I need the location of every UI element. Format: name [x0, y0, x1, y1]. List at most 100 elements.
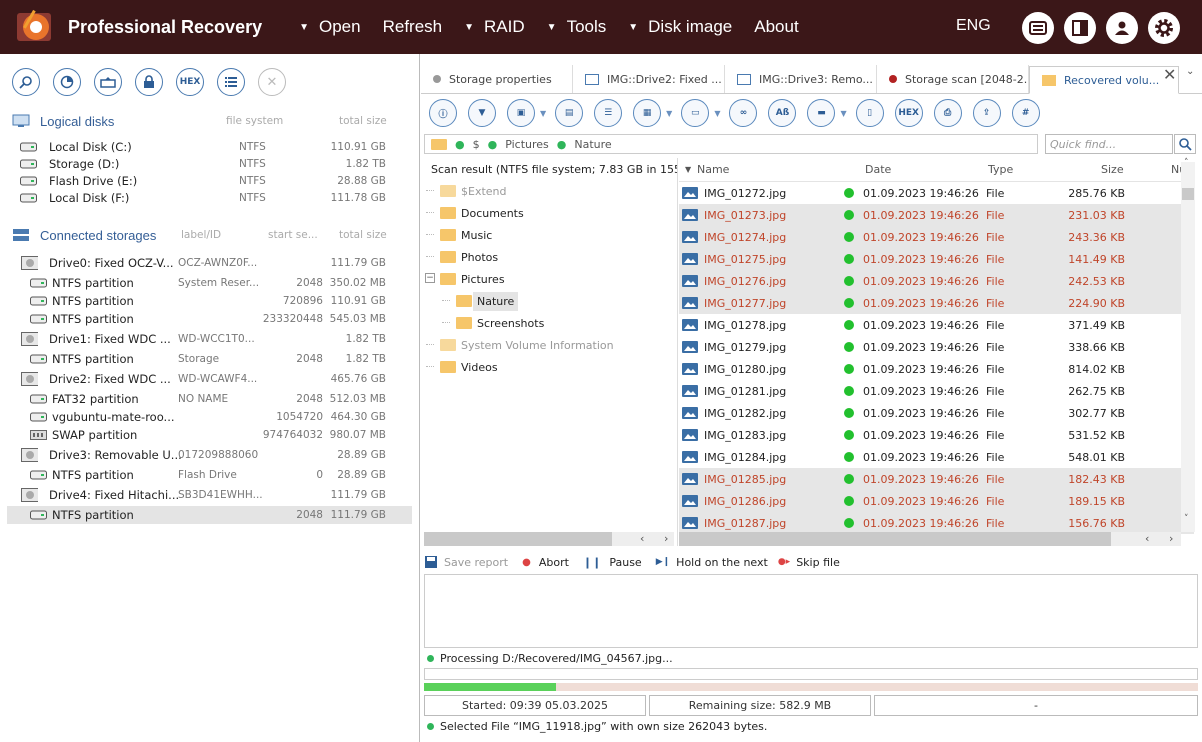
tree-item[interactable]: System Volume Information — [424, 334, 677, 356]
binoculars-icon[interactable]: ∞ — [729, 99, 758, 127]
info-icon[interactable]: ⓘ — [429, 99, 457, 127]
tab-0[interactable]: Storage properties — [421, 65, 573, 93]
close-tab-icon[interactable]: ✕ — [1163, 65, 1176, 84]
table-row[interactable]: IMG_01286.jpg 01.09.2023 19:46:26 File 189.… — [679, 490, 1194, 512]
path-pictures[interactable]: Pictures — [505, 138, 549, 151]
save-settings-icon[interactable]: ▤ — [555, 99, 584, 127]
table-row[interactable]: IMG_01278.jpg 01.09.2023 19:46:26 File 371.… — [679, 314, 1194, 336]
table-row[interactable]: IMG_01280.jpg 01.09.2023 19:46:26 File 814.… — [679, 358, 1194, 380]
hex-icon[interactable]: HEX — [894, 99, 923, 127]
path-nature[interactable]: Nature — [574, 138, 611, 151]
scroll-right-icon[interactable]: › — [1169, 532, 1173, 545]
menu-tools[interactable]: ▼ Tools — [536, 17, 618, 37]
tree-item[interactable]: Videos — [424, 356, 677, 378]
col-type[interactable]: Type — [988, 163, 1013, 176]
table-row[interactable]: IMG_01274.jpg 01.09.2023 19:46:26 File 243.… — [679, 226, 1194, 248]
table-row[interactable]: IMG_01277.jpg 01.09.2023 19:46:26 File 224.… — [679, 292, 1194, 314]
table-row[interactable]: IMG_01283.jpg 01.09.2023 19:46:26 File 531.… — [679, 424, 1194, 446]
scroll-left-icon[interactable]: ‹ — [640, 532, 644, 545]
tree-root[interactable]: Scan result (NTFS file system; 7.83 GB i… — [424, 158, 677, 180]
search-icon[interactable] — [12, 68, 40, 96]
caret-down-icon[interactable]: ▼ — [840, 109, 846, 118]
print-icon[interactable]: ⎙ — [933, 99, 962, 127]
col-size[interactable]: Size — [1101, 163, 1124, 176]
tree-item[interactable]: Documents — [424, 202, 677, 224]
preview-icon[interactable]: ▬ — [807, 99, 836, 127]
tab-1[interactable]: IMG::Drive2: Fixed ... — [573, 65, 725, 93]
table-row[interactable]: IMG_01281.jpg 01.09.2023 19:46:26 File 262.… — [679, 380, 1194, 402]
partition-item[interactable]: NTFS partition Storage 2048 1.82 TB — [7, 350, 412, 368]
drive-item[interactable]: Drive1: Fixed WDC ... WD-WCC1T0... 1.82 TB — [7, 328, 412, 350]
hex-icon[interactable]: HEX — [176, 68, 204, 96]
table-row[interactable]: IMG_01272.jpg 01.09.2023 19:46:26 File 285.… — [679, 182, 1194, 204]
drive-item[interactable]: Drive0: Fixed OCZ-V... OCZ-AWNZ0F... 111.7… — [7, 252, 412, 274]
caret-down-icon[interactable]: ▼ — [666, 109, 672, 118]
hold-next-button[interactable]: ▶❙ Hold on the next — [656, 556, 768, 569]
view-icon[interactable]: ▦ — [633, 99, 662, 127]
partition-item[interactable]: SWAP partition 974764032 980.07 MB — [7, 426, 412, 444]
collapse-icon[interactable]: − — [425, 273, 435, 283]
panel-icon[interactable]: ▭ — [681, 99, 710, 127]
menu-raid[interactable]: ▼ RAID — [453, 17, 536, 37]
col-date[interactable]: Date — [865, 163, 891, 176]
logical-disk-item[interactable]: Local Disk (C:) NTFS 110.91 GB — [0, 138, 419, 155]
backup-icon[interactable] — [94, 68, 122, 96]
logical-disk-item[interactable]: Flash Drive (E:) NTFS 28.88 GB — [0, 172, 419, 189]
scroll-thumb[interactable] — [1182, 188, 1194, 200]
partition-item[interactable]: NTFS partition System Reser... 2048 350.02 … — [7, 274, 412, 292]
list-icon[interactable] — [217, 68, 245, 96]
tree-item[interactable]: − Pictures — [424, 268, 677, 290]
close-icon[interactable]: ✕ — [258, 68, 286, 96]
partition-item[interactable]: FAT32 partition NO NAME 2048 512.03 MB — [7, 390, 412, 408]
table-row[interactable]: IMG_01287.jpg 01.09.2023 19:46:26 File 156.… — [679, 512, 1194, 534]
save-report-button[interactable]: Save report — [424, 555, 508, 569]
language-selector[interactable]: ENG — [956, 17, 991, 35]
logical-disk-item[interactable]: Storage (D:) NTFS 1.82 TB — [0, 155, 419, 172]
checklist-icon[interactable]: ☰ — [594, 99, 623, 127]
tab-4[interactable]: Recovered volu... — [1029, 66, 1179, 94]
scroll-right-icon[interactable]: › — [664, 532, 668, 545]
tab-2[interactable]: IMG::Drive3: Remo... — [725, 65, 877, 93]
scroll-up-icon[interactable]: ˄ — [1184, 158, 1189, 168]
user-icon[interactable] — [1106, 12, 1138, 44]
table-row[interactable]: IMG_01273.jpg 01.09.2023 19:46:26 File 231.… — [679, 204, 1194, 226]
col-name[interactable]: Name — [697, 163, 729, 176]
drive-item[interactable]: Drive4: Fixed Hitachi... SB3D41EWHH... 111… — [7, 484, 412, 506]
scroll-down-icon[interactable]: ˅ — [1184, 514, 1189, 524]
tree-item[interactable]: Photos — [424, 246, 677, 268]
caret-down-icon[interactable]: ▼ — [714, 109, 720, 118]
table-row[interactable]: IMG_01279.jpg 01.09.2023 19:46:26 File 338.… — [679, 336, 1194, 358]
menu-disk-image[interactable]: ▼ Disk image — [617, 17, 743, 37]
menu-about[interactable]: About — [743, 17, 809, 37]
tab-3[interactable]: Storage scan [2048-2... — [877, 65, 1029, 93]
logical-disk-item[interactable]: Local Disk (F:) NTFS 111.78 GB — [0, 189, 419, 206]
abort-button[interactable]: ● Abort — [522, 556, 569, 569]
menu-open[interactable]: ▼ Open — [288, 17, 372, 37]
text-search-icon[interactable]: Aß — [768, 99, 797, 127]
drive-item[interactable]: Drive3: Removable U... 017209888060 28.89 … — [7, 444, 412, 466]
scroll-left-icon[interactable]: ‹ — [1145, 532, 1149, 545]
save-icon[interactable]: ▣ — [507, 99, 535, 127]
table-row[interactable]: IMG_01285.jpg 01.09.2023 19:46:26 File 182.… — [679, 468, 1194, 490]
table-row[interactable]: IMG_01275.jpg 01.09.2023 19:46:26 File 141.… — [679, 248, 1194, 270]
skip-file-button[interactable]: ●▸ Skip file — [778, 556, 840, 569]
export-icon[interactable]: ⇪ — [972, 99, 1001, 127]
settings-gear-icon[interactable] — [1148, 12, 1180, 44]
table-row[interactable]: IMG_01276.jpg 01.09.2023 19:46:26 File 242.… — [679, 270, 1194, 292]
grid-v-scrollbar[interactable]: ˄ ˅ — [1181, 158, 1195, 532]
tree-item[interactable]: $Extend — [424, 180, 677, 202]
tree-item[interactable]: Music — [424, 224, 677, 246]
table-row[interactable]: IMG_01282.jpg 01.09.2023 19:46:26 File 302.… — [679, 402, 1194, 424]
tree-item[interactable]: Screenshots — [424, 312, 677, 334]
partition-item[interactable]: NTFS partition 233320448 545.03 MB — [7, 310, 412, 328]
partition-item[interactable]: NTFS partition 2048 111.79 GB — [7, 506, 412, 524]
log-icon[interactable] — [1022, 12, 1054, 44]
scroll-thumb[interactable] — [424, 532, 612, 546]
lock-icon[interactable] — [135, 68, 163, 96]
tree-h-scrollbar[interactable]: ‹ › — [424, 532, 674, 546]
caret-down-icon[interactable]: ▼ — [540, 109, 546, 118]
tree-item[interactable]: Nature — [424, 290, 677, 312]
hash-icon[interactable]: # — [1011, 99, 1040, 127]
drive-item[interactable]: Drive2: Fixed WDC ... WD-WCAWF4... 465.76 … — [7, 368, 412, 390]
scroll-thumb[interactable] — [679, 532, 1111, 546]
